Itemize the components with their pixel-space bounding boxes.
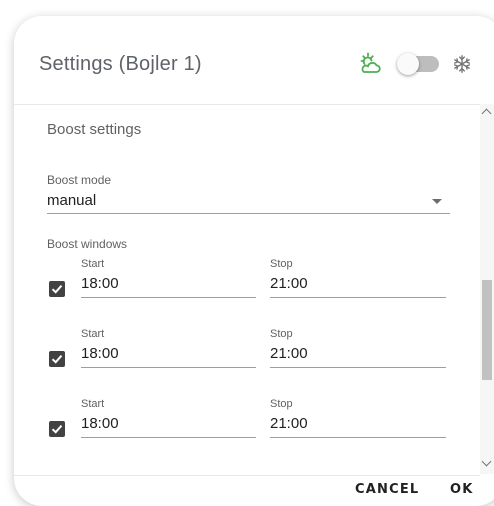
checkmark-icon <box>51 424 63 434</box>
scroll-up-arrow-icon[interactable] <box>481 108 492 119</box>
stop-time-input[interactable]: 21:00 <box>270 345 308 362</box>
toggle-thumb <box>397 53 419 75</box>
stop-time-input[interactable]: 21:00 <box>270 275 308 292</box>
mode-toggle-switch[interactable] <box>397 53 439 75</box>
ok-button[interactable]: OK <box>450 474 474 506</box>
start-underline <box>81 367 256 368</box>
stop-label: Stop <box>270 258 293 270</box>
dropdown-arrow-icon[interactable] <box>432 199 442 204</box>
select-underline <box>47 213 450 214</box>
start-time-input[interactable]: 18:00 <box>81 275 119 292</box>
window-enabled-checkbox[interactable] <box>49 351 65 367</box>
dialog-header: Settings (Bojler 1) <box>14 16 494 104</box>
start-label: Start <box>81 258 105 270</box>
window-enabled-checkbox[interactable] <box>49 421 65 437</box>
weather-partly-cloudy-icon <box>360 52 381 73</box>
start-underline <box>81 297 256 298</box>
stop-underline <box>270 297 446 298</box>
start-time-input[interactable]: 18:00 <box>81 345 119 362</box>
snowflake-icon <box>453 55 471 73</box>
settings-dialog: Settings (Bojler 1) Boost settings Boost… <box>14 16 494 506</box>
start-label: Start <box>81 328 105 340</box>
boost-window-row: Start 18:00 Stop 21:00 <box>30 323 480 378</box>
dialog-actions: CANCEL OK <box>14 474 494 506</box>
checkmark-icon <box>51 284 63 294</box>
stop-time-input[interactable]: 21:00 <box>270 415 308 432</box>
start-label: Start <box>81 398 105 410</box>
cancel-button[interactable]: CANCEL <box>355 474 419 506</box>
boost-mode-value[interactable]: manual <box>47 192 96 209</box>
boost-window-row: Start 18:00 Stop 21:00 <box>30 253 480 308</box>
start-underline <box>81 437 256 438</box>
dialog-title: Settings (Bojler 1) <box>39 53 202 75</box>
scrollbar[interactable] <box>480 104 494 474</box>
start-time-input[interactable]: 18:00 <box>81 415 119 432</box>
stop-label: Stop <box>270 328 293 340</box>
scroll-down-arrow-icon[interactable] <box>481 456 492 467</box>
boost-mode-label: Boost mode <box>47 173 112 187</box>
window-enabled-checkbox[interactable] <box>49 281 65 297</box>
boost-window-row: Start 18:00 Stop 21:00 <box>30 393 480 448</box>
boost-settings-card: Boost settings Boost mode manual Boost w… <box>30 105 480 475</box>
stop-underline <box>270 437 446 438</box>
section-title: Boost settings <box>47 121 142 138</box>
stop-underline <box>270 367 446 368</box>
boost-windows-label: Boost windows <box>47 237 128 251</box>
dialog-content: Boost settings Boost mode manual Boost w… <box>14 104 480 476</box>
checkmark-icon <box>51 354 63 364</box>
stop-label: Stop <box>270 398 293 410</box>
scrollbar-thumb[interactable] <box>482 280 492 380</box>
